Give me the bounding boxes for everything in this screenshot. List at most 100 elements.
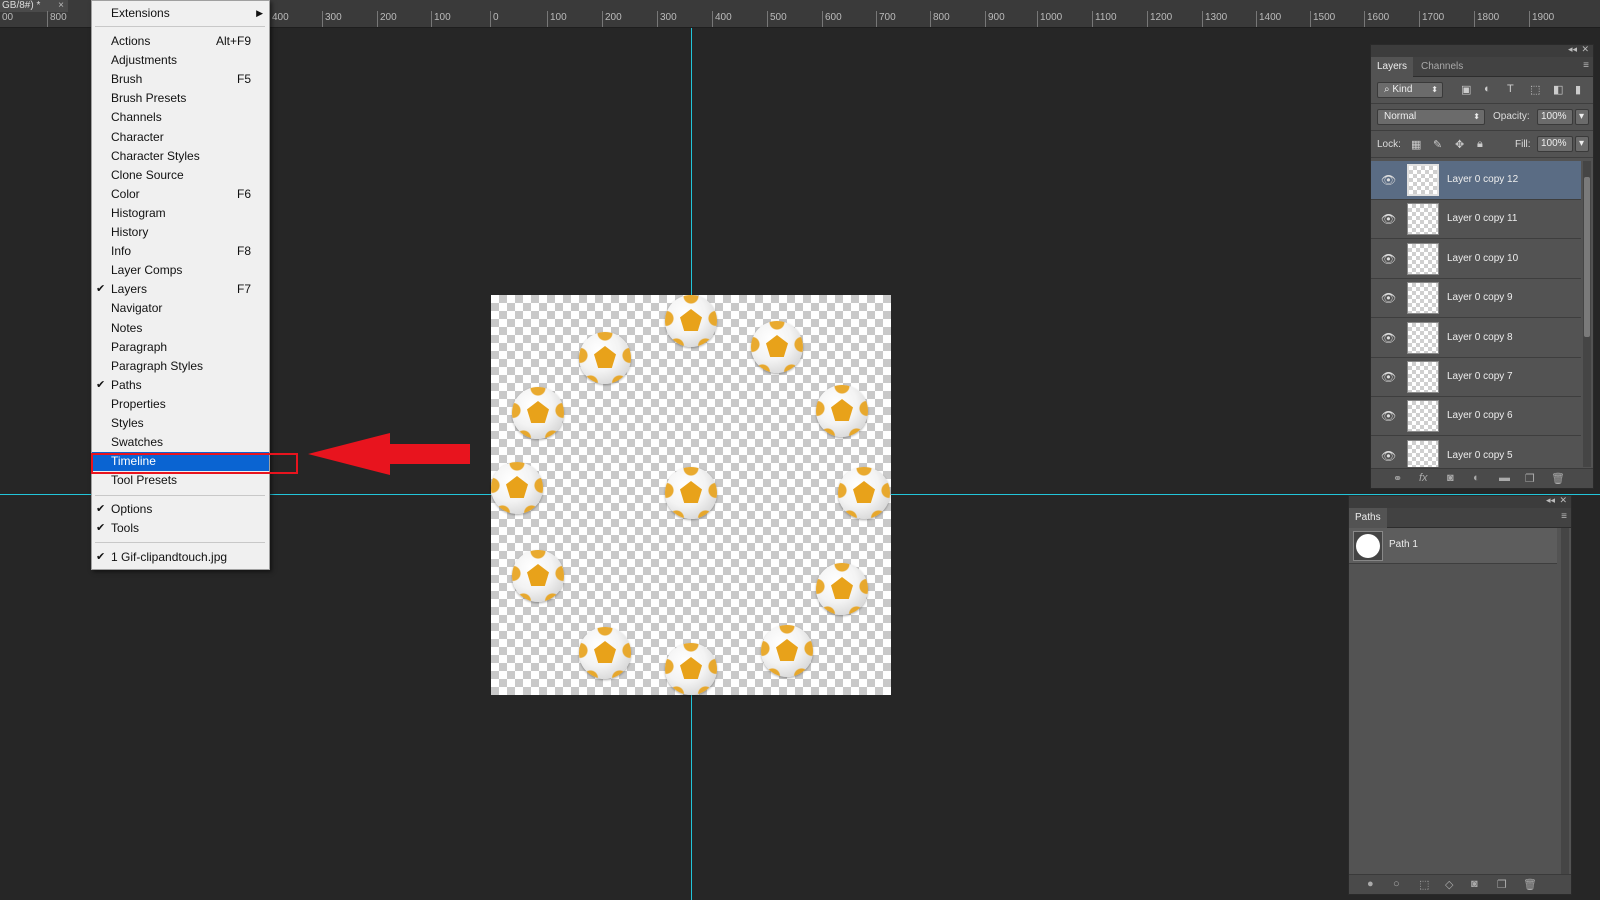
ruler-label: 0 <box>493 12 499 23</box>
add-mask-icon[interactable]: ◙ <box>1447 472 1454 484</box>
layer-name: Layer 0 copy 11 <box>1447 213 1518 225</box>
lock-brush-icon[interactable]: ✎ <box>1433 138 1442 151</box>
menu-item-color[interactable]: Color F6 <box>92 185 269 204</box>
load-selection-icon[interactable]: ⬚ <box>1419 878 1429 891</box>
lock-transparency-icon[interactable]: ▦ <box>1411 138 1421 151</box>
blend-mode-select[interactable]: Normal ⬍ <box>1377 109 1485 125</box>
tab-paths[interactable]: Paths <box>1349 508 1387 528</box>
stroke-path-icon[interactable]: ○ <box>1393 878 1400 890</box>
ruler-tick <box>1256 11 1257 27</box>
visibility-eye-icon[interactable]: 👁︎ <box>1381 291 1396 305</box>
link-layers-icon[interactable]: ⚭ <box>1393 472 1402 485</box>
lock-all-icon[interactable]: 🔒︎ <box>1477 138 1483 151</box>
make-work-path-icon[interactable]: ◇ <box>1445 878 1453 891</box>
layers-scrollbar[interactable] <box>1583 161 1591 467</box>
fill-dropdown-button[interactable]: ▾ <box>1575 136 1589 152</box>
smart-object-filter-icon[interactable]: ◧ <box>1553 83 1563 96</box>
visibility-eye-icon[interactable]: 👁︎ <box>1381 212 1396 226</box>
menu-item-brush[interactable]: Brush F5 <box>92 70 269 89</box>
layer-row[interactable]: 👁︎ Layer 0 copy 6 <box>1371 397 1581 437</box>
kind-filter-select[interactable]: ⌕ Kind ⬍ <box>1377 82 1443 98</box>
filter-toggle-icon[interactable]: ▮ <box>1575 83 1581 96</box>
document-tab[interactable]: GB/8#) * × <box>0 0 68 12</box>
menu-item-layer-comps[interactable]: Layer Comps <box>92 261 269 280</box>
new-layer-icon[interactable]: ❐ <box>1525 472 1535 485</box>
adjustment-filter-icon[interactable]: ◐ <box>1484 83 1491 95</box>
menu-item-histogram[interactable]: Histogram <box>92 204 269 223</box>
check-icon: ✔ <box>96 283 106 296</box>
layer-row[interactable]: 👁︎ Layer 0 copy 5 <box>1371 437 1581 467</box>
visibility-eye-icon[interactable]: 👁︎ <box>1381 449 1396 463</box>
menu-item-properties[interactable]: Properties <box>92 395 269 414</box>
menu-item-navigator[interactable]: Navigator <box>92 299 269 318</box>
document-canvas[interactable] <box>491 295 891 695</box>
opacity-field[interactable]: 100% <box>1537 109 1573 125</box>
layer-row[interactable]: 👁︎ Layer 0 copy 12 <box>1371 161 1581 200</box>
visibility-eye-icon[interactable]: 👁︎ <box>1381 370 1396 384</box>
menu-item-paths[interactable]: ✔ Paths <box>92 376 269 395</box>
menu-item-notes[interactable]: Notes <box>92 319 269 338</box>
layer-row[interactable]: 👁︎ Layer 0 copy 8 <box>1371 319 1581 358</box>
visibility-eye-icon[interactable]: 👁︎ <box>1381 173 1396 187</box>
menu-item-adjustments[interactable]: Adjustments <box>92 51 269 70</box>
soccer-ball-image <box>579 627 631 679</box>
layer-row[interactable]: 👁︎ Layer 0 copy 10 <box>1371 240 1581 279</box>
collapse-icon[interactable]: ◂◂ <box>1546 495 1555 506</box>
close-tab-icon[interactable]: × <box>58 0 64 12</box>
menu-item-info[interactable]: Info F8 <box>92 242 269 261</box>
menu-item-label: Tools <box>111 521 140 535</box>
type-filter-icon[interactable]: T <box>1507 83 1514 95</box>
menu-item-tool-presets[interactable]: Tool Presets <box>92 471 269 490</box>
layer-row[interactable]: 👁︎ Layer 0 copy 7 <box>1371 358 1581 397</box>
adjustment-layer-icon[interactable]: ◐ <box>1473 472 1480 484</box>
ruler-tick <box>1419 11 1420 27</box>
lock-position-icon[interactable]: ✥ <box>1455 138 1464 151</box>
pixel-filter-icon[interactable]: ▣ <box>1461 83 1471 96</box>
menu-item-swatches[interactable]: Swatches <box>92 433 269 452</box>
menu-item-paragraph[interactable]: Paragraph <box>92 338 269 357</box>
visibility-eye-icon[interactable]: 👁︎ <box>1381 409 1396 423</box>
visibility-eye-icon[interactable]: 👁︎ <box>1381 331 1396 345</box>
panel-menu-icon[interactable]: ≡ <box>1561 511 1567 522</box>
add-mask-icon[interactable]: ◙ <box>1471 878 1478 890</box>
menu-item-extensions[interactable]: Extensions ▶ <box>92 4 269 23</box>
fill-path-icon[interactable]: ● <box>1367 878 1374 890</box>
path-row[interactable]: Path 1 <box>1349 528 1557 564</box>
shape-filter-icon[interactable]: ⬚ <box>1530 83 1540 96</box>
tab-channels[interactable]: Channels <box>1415 57 1469 77</box>
menu-item-character-styles[interactable]: Character Styles <box>92 147 269 166</box>
close-panel-icon[interactable]: ✕ <box>1581 44 1589 55</box>
menu-item-channels[interactable]: Channels <box>92 108 269 127</box>
menu-item-shortcut: Alt+F9 <box>215 34 251 48</box>
menu-item-recent-file[interactable]: ✔ 1 Gif-clipandtouch.jpg <box>92 548 269 567</box>
new-path-icon[interactable]: ❐ <box>1497 878 1507 891</box>
menu-item-character[interactable]: Character <box>92 128 269 147</box>
menu-item-styles[interactable]: Styles <box>92 414 269 433</box>
menu-item-tools[interactable]: ✔ Tools <box>92 519 269 538</box>
menu-item-options[interactable]: ✔ Options <box>92 500 269 519</box>
ruler-label: 1200 <box>1150 12 1173 23</box>
menu-item-layers[interactable]: ✔ Layers F7 <box>92 280 269 299</box>
close-panel-icon[interactable]: ✕ <box>1559 495 1567 506</box>
paths-scrollbar[interactable] <box>1561 528 1569 876</box>
new-group-icon[interactable]: ▬ <box>1499 472 1510 484</box>
opacity-dropdown-button[interactable]: ▾ <box>1575 109 1589 125</box>
collapse-icon[interactable]: ◂◂ <box>1568 44 1577 55</box>
layer-row[interactable]: 👁︎ Layer 0 copy 11 <box>1371 200 1581 240</box>
menu-item-clone-source[interactable]: Clone Source <box>92 166 269 185</box>
fx-icon[interactable]: fx <box>1419 472 1428 484</box>
menu-item-actions[interactable]: Actions Alt+F9 <box>92 32 269 51</box>
layer-row[interactable]: 👁︎ Layer 0 copy 9 <box>1371 279 1581 319</box>
panel-menu-icon[interactable]: ≡ <box>1583 60 1589 71</box>
filter-row: ⌕ Kind ⬍ ▣ ◐ T ⬚ ◧ ▮ <box>1371 77 1593 104</box>
layers-scroll-thumb[interactable] <box>1584 177 1590 337</box>
trash-icon[interactable]: 🗑︎ <box>1523 878 1537 891</box>
trash-icon[interactable]: 🗑︎ <box>1551 472 1565 485</box>
tab-layers[interactable]: Layers <box>1371 57 1414 77</box>
menu-item-paragraph-styles[interactable]: Paragraph Styles <box>92 357 269 376</box>
fill-field[interactable]: 100% <box>1537 136 1573 152</box>
menu-item-brush-presets[interactable]: Brush Presets <box>92 89 269 108</box>
kind-filter-value: Kind <box>1392 84 1413 95</box>
menu-item-history[interactable]: History <box>92 223 269 242</box>
visibility-eye-icon[interactable]: 👁︎ <box>1381 252 1396 266</box>
